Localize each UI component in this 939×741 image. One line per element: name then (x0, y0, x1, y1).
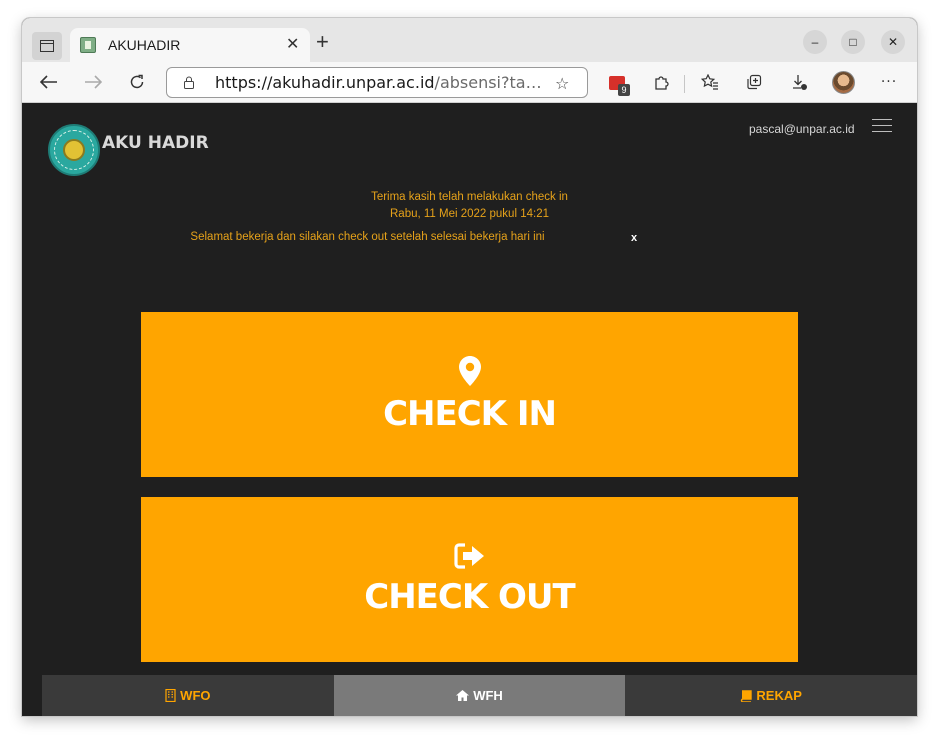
url-path: /absensi?ta… (434, 73, 542, 92)
building-icon (165, 689, 176, 702)
tab-actions-icon (40, 40, 54, 52)
more-menu-icon[interactable]: ··· (877, 70, 901, 94)
back-button[interactable] (34, 68, 64, 96)
check-out-button[interactable]: CHECK OUT (141, 497, 798, 662)
check-in-button[interactable]: CHECK IN (141, 312, 798, 477)
add-favorite-icon[interactable]: ☆ (555, 74, 569, 93)
map-marker-icon (458, 355, 481, 386)
nav-wfo[interactable]: WFO (42, 675, 334, 716)
address-bar[interactable]: https://akuhadir.unpar.ac.id/absensi?ta…… (166, 67, 588, 98)
downloads-icon[interactable] (787, 70, 811, 94)
browser-toolbar: https://akuhadir.unpar.ac.id/absensi?ta…… (22, 62, 917, 103)
minimize-button[interactable]: – (803, 30, 827, 54)
extensions-puzzle-icon[interactable] (649, 70, 673, 94)
extension-badge: 9 (618, 84, 630, 96)
home-icon (456, 690, 470, 701)
nav-wfh-label: WFH (473, 688, 503, 703)
tab-close-icon[interactable]: ✕ (286, 34, 299, 54)
tab-actions-button[interactable] (32, 32, 62, 60)
check-in-label: CHECK IN (383, 393, 557, 434)
close-window-button[interactable]: ✕ (881, 30, 905, 54)
check-out-label: CHECK OUT (364, 576, 575, 617)
url-text[interactable]: https://akuhadir.unpar.ac.id/absensi?ta… (215, 73, 542, 92)
nav-wfo-label: WFO (180, 688, 211, 703)
nav-wfh[interactable]: WFH (333, 675, 626, 716)
lock-icon[interactable] (183, 76, 195, 89)
back-arrow-icon (40, 75, 57, 89)
profile-avatar[interactable] (832, 71, 855, 94)
hamburger-menu-icon[interactable] (872, 119, 892, 133)
tab-strip: AKUHADIR ✕ + – □ ✕ (22, 18, 917, 62)
favorites-icon[interactable] (698, 70, 722, 94)
book-icon (741, 689, 753, 702)
forward-button[interactable] (78, 68, 108, 96)
app-logo-text[interactable]: AKU HADIR (102, 133, 209, 153)
new-tab-button[interactable]: + (316, 31, 329, 53)
browser-window: AKUHADIR ✕ + – □ ✕ https://akuhadir.unpa… (22, 18, 917, 716)
user-email: pascal@unpar.ac.id (749, 122, 855, 136)
maximize-button[interactable]: □ (841, 30, 865, 54)
toolbar-separator (684, 75, 685, 93)
notice-line-3: Selamat bekerja dan silakan check out se… (190, 231, 545, 243)
refresh-icon (130, 74, 144, 89)
nav-rekap-label: REKAP (756, 688, 802, 703)
notice-close-button[interactable]: x (631, 232, 637, 244)
refresh-button[interactable] (122, 68, 152, 96)
akuhadir-logo-icon[interactable] (48, 124, 100, 176)
nav-rekap[interactable]: REKAP (625, 675, 917, 716)
tab-title: AKUHADIR (108, 37, 181, 53)
notice-line-2: Rabu, 11 Mei 2022 pukul 14:21 (390, 208, 549, 220)
browser-tab[interactable]: AKUHADIR ✕ (70, 28, 310, 62)
collections-icon[interactable] (742, 70, 766, 94)
bottom-nav: WFO WFH REKAP (42, 675, 917, 716)
page-content: AKU HADIR pascal@unpar.ac.id Terima kasi… (22, 103, 917, 716)
notice-line-1: Terima kasih telah melakukan check in (371, 191, 568, 203)
forward-arrow-icon (85, 75, 102, 89)
sign-out-icon (453, 542, 484, 569)
url-host: https://akuhadir.unpar.ac.id (215, 73, 435, 92)
site-favicon-icon (80, 37, 96, 53)
